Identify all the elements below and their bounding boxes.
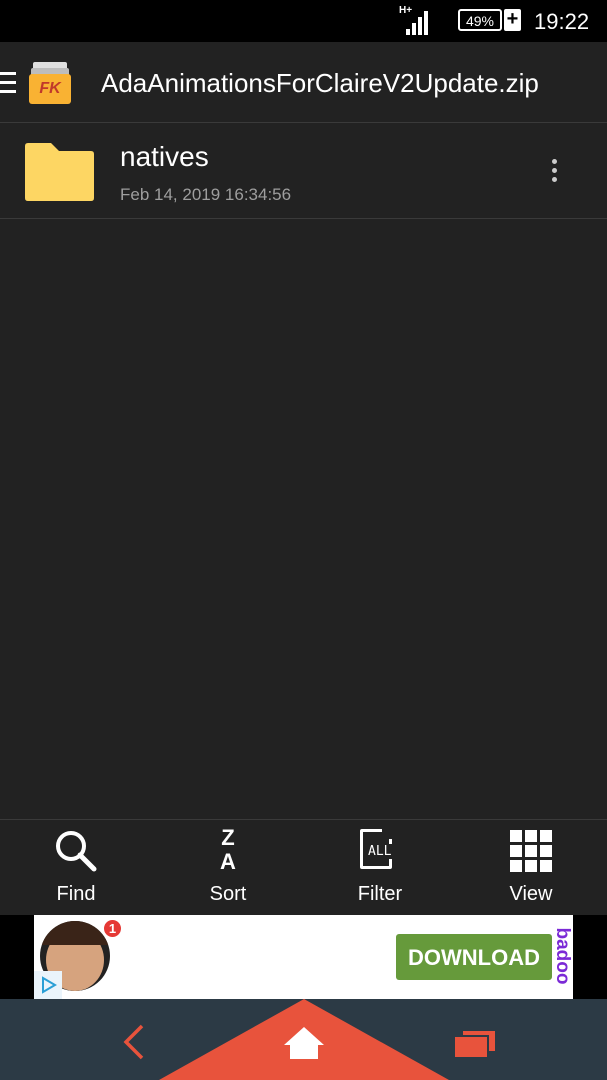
- back-icon[interactable]: [122, 1024, 146, 1060]
- bottom-toolbar: Find Z A Sort ALL Filter View: [0, 819, 607, 916]
- find-button[interactable]: Find: [16, 820, 136, 916]
- view-label: View: [509, 883, 553, 905]
- filter-button[interactable]: ALL Filter: [320, 820, 440, 916]
- app-logo-icon: FK: [29, 62, 71, 104]
- filter-icon: ALL: [360, 829, 393, 869]
- sort-icon: Z A: [220, 825, 236, 874]
- adchoices-icon[interactable]: [34, 971, 62, 999]
- folder-icon: [25, 143, 94, 201]
- menu-icon[interactable]: [0, 72, 16, 94]
- recents-icon[interactable]: [453, 1029, 497, 1059]
- list-item[interactable]: natives Feb 14, 2019 16:34:56: [0, 123, 607, 219]
- app-bar: FK AdaAnimationsForClaireV2Update.zip: [0, 42, 607, 123]
- home-icon[interactable]: [159, 999, 449, 1080]
- app-title: AdaAnimationsForClaireV2Update.zip: [101, 68, 539, 98]
- grid-icon: [510, 830, 552, 872]
- sort-label: Sort: [209, 883, 247, 905]
- ad-content[interactable]: 1 DOWNLOAD badoo: [34, 915, 573, 999]
- charging-icon: +: [504, 8, 521, 31]
- view-button[interactable]: View: [471, 820, 591, 916]
- status-time: 19:22: [534, 9, 590, 34]
- signal-icon: [406, 11, 428, 35]
- battery-percent: 49%: [465, 13, 495, 29]
- file-date: Feb 14, 2019 16:34:56: [120, 185, 292, 204]
- download-button[interactable]: DOWNLOAD: [396, 934, 552, 980]
- sort-button[interactable]: Z A Sort: [168, 820, 288, 916]
- status-bar: H+ 49% + 19:22: [0, 0, 607, 42]
- battery-icon: 49%: [458, 9, 502, 31]
- badoo-logo: badoo: [552, 927, 573, 985]
- search-icon: [56, 831, 97, 872]
- ad-banner[interactable]: 1 DOWNLOAD badoo: [0, 915, 607, 999]
- filter-label: Filter: [357, 883, 403, 905]
- more-vert-icon[interactable]: [542, 157, 566, 185]
- find-label: Find: [56, 883, 96, 905]
- notification-badge: 1: [102, 918, 123, 939]
- navigation-bar: [0, 999, 607, 1080]
- file-name: natives: [120, 141, 209, 172]
